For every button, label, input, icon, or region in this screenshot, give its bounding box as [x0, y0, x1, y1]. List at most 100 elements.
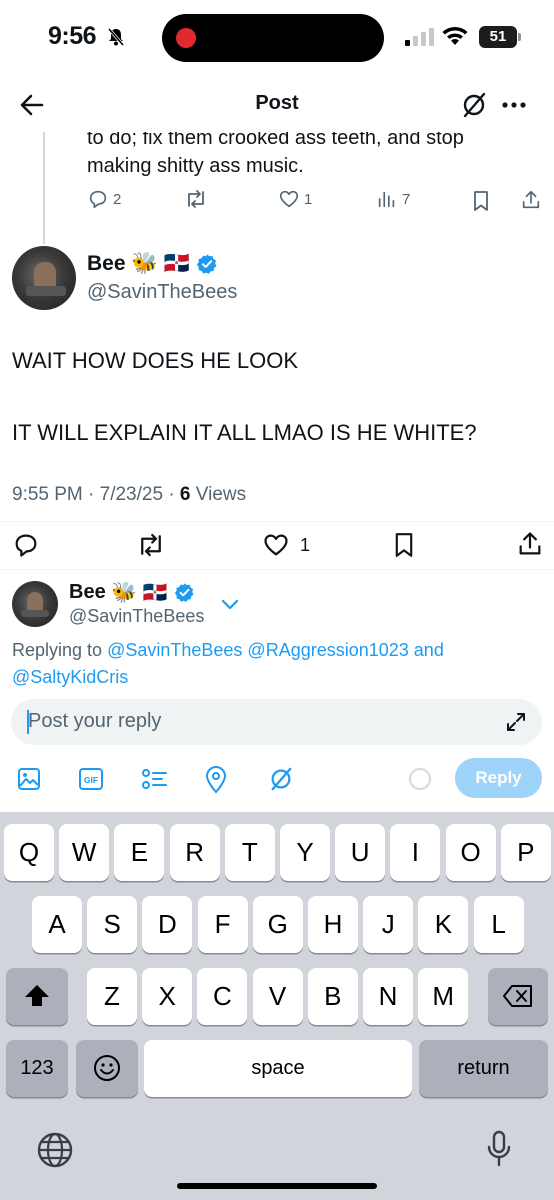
prev-views-count: 7 [402, 190, 411, 208]
bee-emoji: 🐝 [131, 252, 158, 275]
prev-like-count: 1 [304, 190, 313, 208]
composer-handle: @SavinTheBees [69, 606, 205, 626]
expand-icon[interactable] [505, 711, 527, 733]
key-u[interactable]: U [335, 824, 386, 881]
prev-reply-button[interactable]: 2 [87, 188, 121, 210]
author-avatar[interactable] [12, 246, 76, 310]
status-time: 9:56 [48, 22, 97, 50]
signal-icon [405, 28, 434, 46]
status-bar: 9:56 51 [0, 0, 554, 78]
composer-avatar [12, 581, 58, 627]
more-icon[interactable] [500, 91, 528, 119]
replying-prefix: Replying to [12, 640, 108, 660]
grok-icon[interactable] [460, 91, 488, 119]
shift-key[interactable] [6, 968, 68, 1025]
reply-icon[interactable] [12, 531, 40, 559]
key-w[interactable]: W [59, 824, 110, 881]
tweet-line-1: WAIT HOW DOES HE LOOK [12, 348, 299, 373]
bookmark-icon[interactable] [392, 531, 416, 559]
image-icon[interactable] [16, 766, 42, 792]
reply-input[interactable]: Post your reply [11, 699, 542, 745]
delete-key[interactable] [488, 968, 548, 1025]
numbers-key[interactable]: 123 [6, 1040, 68, 1097]
key-h[interactable]: H [308, 896, 358, 953]
composer-name-row: Bee 🐝 🇩🇴 [69, 580, 195, 605]
bell-slash-icon [107, 28, 125, 46]
tweet-timestamp: 9:55 PM · 7/23/25 · [12, 484, 180, 505]
analytics-icon [378, 191, 395, 208]
key-k[interactable]: K [418, 896, 469, 953]
bee-emoji: 🐝 [111, 582, 137, 604]
battery-tip [518, 33, 521, 41]
share-icon[interactable] [520, 189, 542, 211]
composer-toolbar: GIF Reply [0, 758, 554, 802]
key-z[interactable]: Z [87, 968, 137, 1025]
microphone-icon[interactable] [486, 1129, 512, 1169]
emoji-key[interactable] [76, 1040, 138, 1097]
flag-emoji: 🇩🇴 [142, 582, 168, 604]
key-o[interactable]: O [445, 824, 496, 881]
key-m[interactable]: M [418, 968, 469, 1025]
key-x[interactable]: X [142, 968, 193, 1025]
key-j[interactable]: J [363, 896, 414, 953]
key-i[interactable]: I [390, 824, 441, 881]
reply-mention-2[interactable]: @RAggression1023 [247, 640, 408, 660]
return-key[interactable]: return [419, 1040, 548, 1097]
key-q[interactable]: Q [4, 824, 54, 881]
key-c[interactable]: C [197, 968, 248, 1025]
reply-and[interactable]: and [409, 640, 444, 660]
key-y[interactable]: Y [280, 824, 330, 881]
bookmark-icon[interactable] [471, 190, 491, 212]
gif-icon[interactable]: GIF [78, 766, 104, 792]
key-g[interactable]: G [252, 896, 303, 953]
key-a[interactable]: A [32, 896, 82, 953]
verified-badge-icon [196, 254, 217, 274]
emoji-icon [94, 1055, 120, 1081]
dynamic-island [162, 14, 384, 62]
chevron-down-icon[interactable] [221, 597, 239, 611]
poll-icon[interactable] [140, 766, 168, 792]
location-pin-icon[interactable] [204, 766, 228, 794]
svg-text:GIF: GIF [84, 775, 98, 785]
prev-like-button[interactable]: 1 [278, 188, 312, 210]
key-r[interactable]: R [169, 824, 220, 881]
recording-dot [176, 28, 196, 48]
prev-views-button[interactable]: 7 [376, 188, 410, 210]
key-n[interactable]: N [363, 968, 413, 1025]
key-e[interactable]: E [114, 824, 165, 881]
delete-icon [503, 985, 532, 1007]
space-key[interactable]: space [144, 1040, 412, 1097]
reply-button[interactable]: Reply [455, 758, 542, 798]
reply-mention-1[interactable]: @SavinTheBees [107, 640, 242, 660]
avatar [12, 581, 58, 627]
key-v[interactable]: V [252, 968, 303, 1025]
character-counter [409, 768, 431, 790]
author-name-row[interactable]: Bee 🐝 🇩🇴 [87, 252, 218, 276]
key-t[interactable]: T [224, 824, 275, 881]
like-button[interactable]: 1 [262, 531, 310, 559]
key-f[interactable]: F [197, 896, 248, 953]
repost-icon [188, 190, 204, 208]
flag-emoji: 🇩🇴 [163, 252, 190, 275]
repost-icon[interactable] [136, 531, 166, 559]
nav-bar: Post [0, 78, 554, 132]
key-d[interactable]: D [142, 896, 193, 953]
globe-icon[interactable] [36, 1131, 74, 1169]
reply-mention-3[interactable]: @SaltyKidCris [12, 667, 128, 687]
prev-repost-button[interactable] [184, 188, 208, 210]
home-indicator [177, 1183, 377, 1189]
tweet-meta: 9:55 PM · 7/23/25 · 6 Views [12, 484, 246, 506]
author-handle[interactable]: @SavinTheBees [87, 281, 237, 304]
key-s[interactable]: S [87, 896, 138, 953]
reply-icon [89, 190, 107, 209]
key-b[interactable]: B [307, 968, 358, 1025]
wifi-icon [442, 26, 468, 45]
key-l[interactable]: L [473, 896, 524, 953]
replying-to: Replying to @SavinTheBees @RAggression10… [12, 637, 542, 691]
share-icon[interactable] [516, 530, 544, 558]
avatar [12, 246, 76, 310]
author-name: Bee [87, 252, 126, 275]
heart-icon [279, 190, 299, 208]
grok-icon[interactable] [268, 766, 294, 792]
key-p[interactable]: P [500, 824, 551, 881]
